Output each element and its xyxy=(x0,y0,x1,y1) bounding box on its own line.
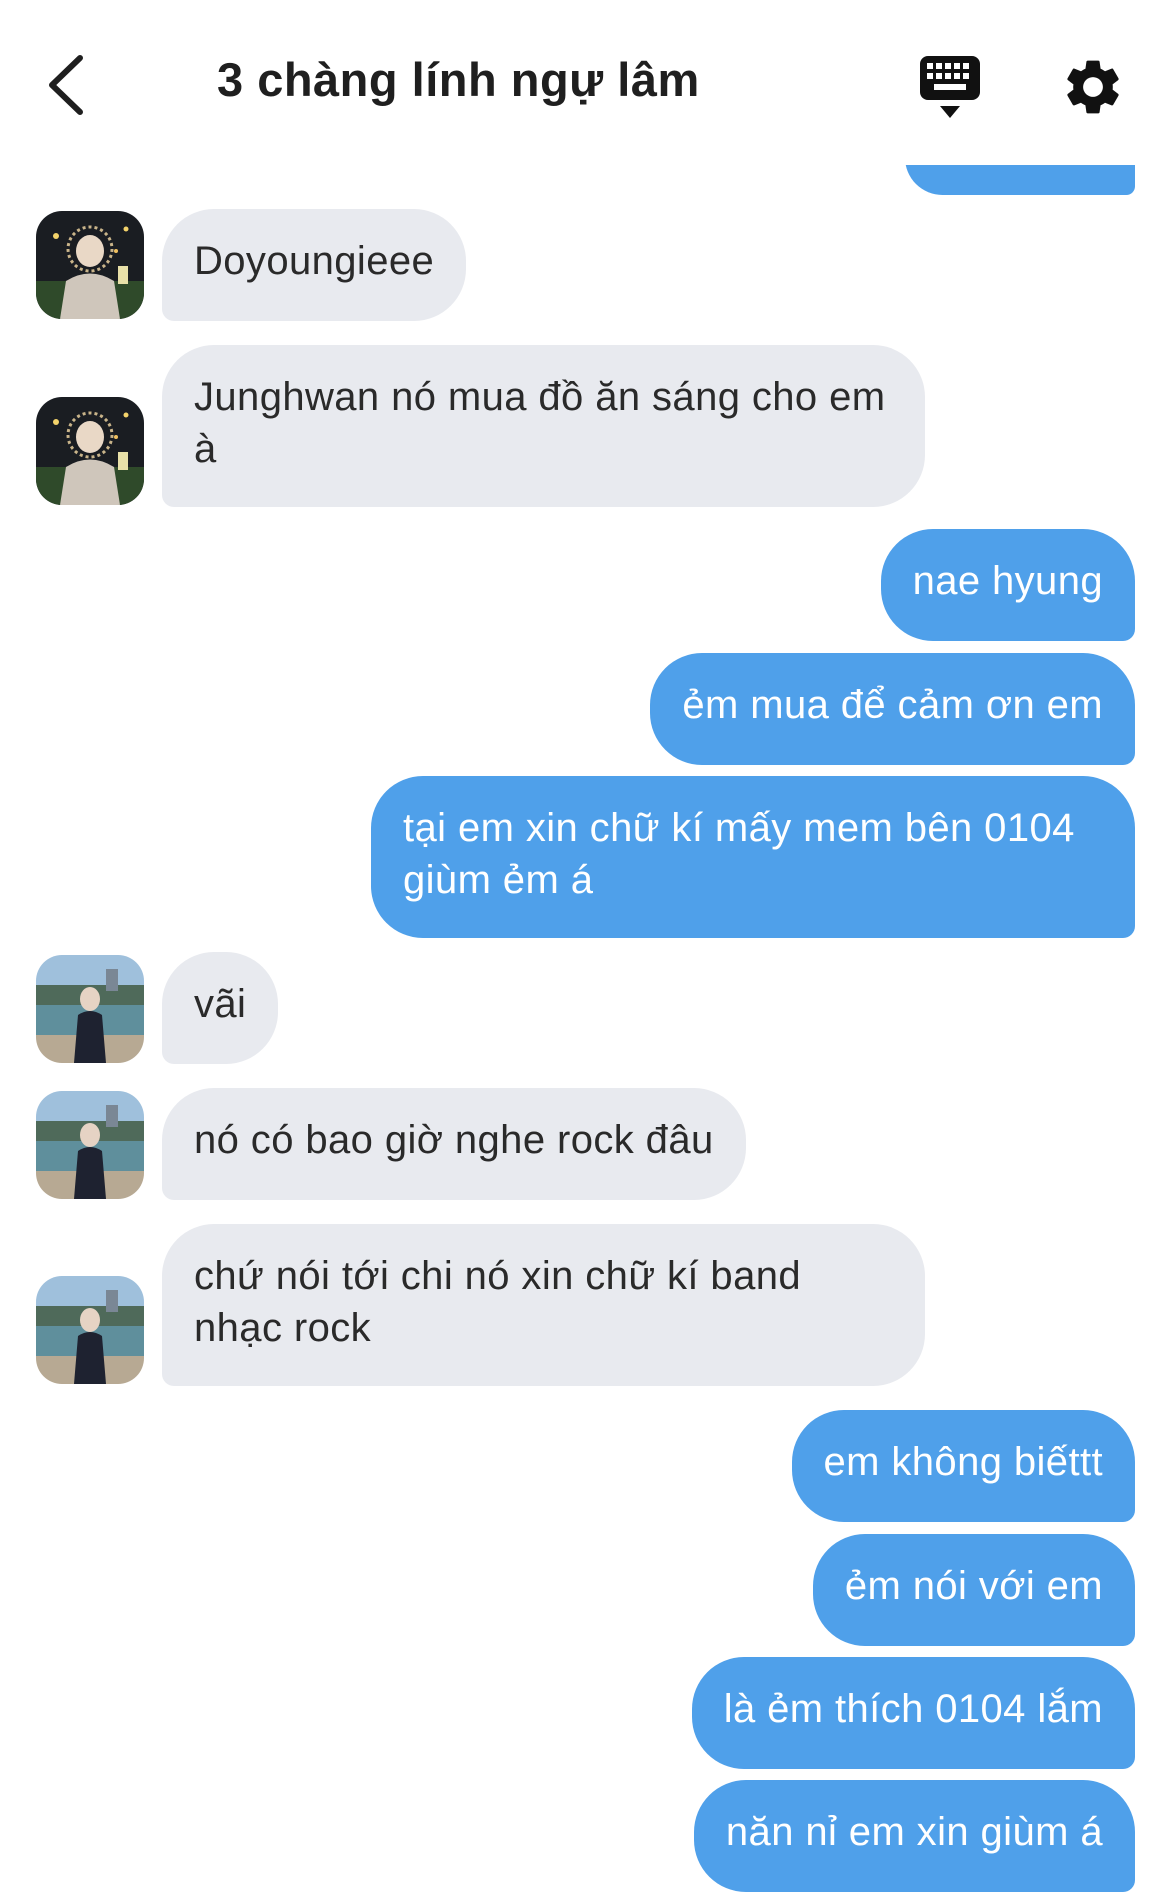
message-bubble-incoming[interactable]: Junghwan nó mua đồ ăn sáng cho em à xyxy=(162,345,925,507)
avatar[interactable] xyxy=(36,211,144,319)
message-bubble-outgoing[interactable]: ẻm mua để cảm ơn em xyxy=(650,653,1135,765)
message-bubble-outgoing[interactable]: nae hyung xyxy=(880,529,1135,641)
chat-header: 3 chàng lính ngự lâm xyxy=(0,0,1170,165)
message-bubble-outgoing[interactable]: là ẻm thích 0104 lắm xyxy=(691,1657,1135,1769)
chat-title: 3 chàng lính ngự lâm xyxy=(217,53,700,106)
message-bubble-incoming[interactable]: Doyoungieee xyxy=(162,209,467,321)
back-button[interactable] xyxy=(40,50,100,120)
chevron-left-icon xyxy=(49,55,83,115)
message-bubble-outgoing[interactable]: năn nỉ em xin giùm á xyxy=(693,1780,1135,1892)
avatar[interactable] xyxy=(36,955,144,1063)
message-bubble-incoming[interactable]: vãi xyxy=(162,952,279,1064)
keyboard-button[interactable] xyxy=(918,54,982,120)
keyboard-icon xyxy=(920,56,980,118)
avatar[interactable] xyxy=(36,397,144,505)
settings-button[interactable] xyxy=(1060,54,1126,120)
message-bubble-incoming[interactable]: chứ nói tới chi nó xin chữ kí band nhạc … xyxy=(162,1224,925,1386)
gear-icon xyxy=(1067,60,1119,114)
message-list[interactable]: Doyoungieee Junghwan nó mua đồ ăn sáng c… xyxy=(0,0,1170,1892)
message-bubble-outgoing[interactable]: tại em xin chữ kí mấy mem bên 0104 giùm … xyxy=(371,776,1135,938)
message-bubble-outgoing[interactable]: em không biếttt xyxy=(791,1410,1135,1522)
avatar[interactable] xyxy=(36,1091,144,1199)
message-bubble-outgoing[interactable]: ẻm nói với em xyxy=(812,1534,1135,1646)
avatar[interactable] xyxy=(36,1276,144,1384)
message-bubble-incoming[interactable]: nó có bao giờ nghe rock đâu xyxy=(162,1088,746,1200)
